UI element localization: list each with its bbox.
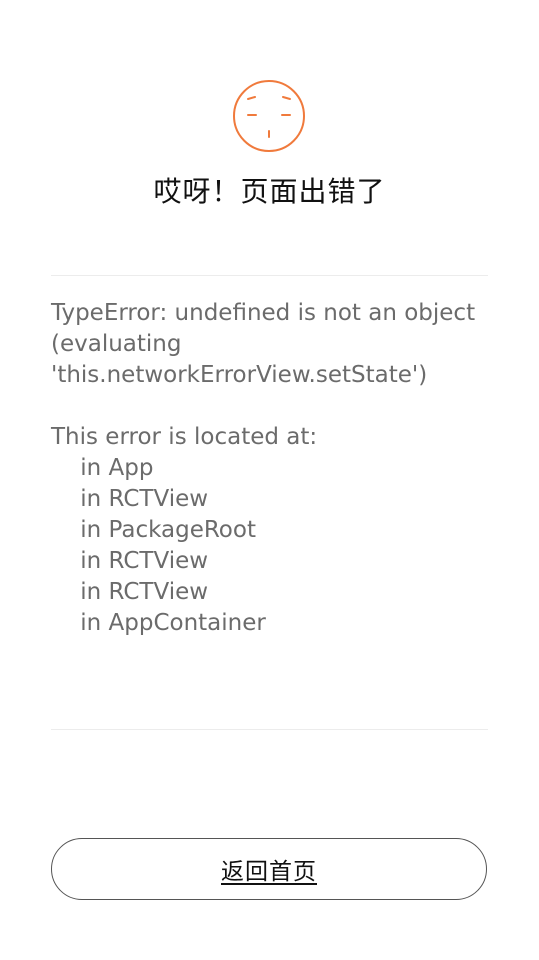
divider-bottom (51, 729, 488, 730)
error-line: in App (51, 455, 154, 481)
sad-face-icon (233, 80, 305, 152)
back-to-home-button[interactable]: 返回首页 (51, 838, 487, 900)
error-line: 'this.networkErrorView.setState') (51, 362, 428, 388)
divider-top (51, 275, 488, 276)
back-to-home-label: 返回首页 (221, 859, 317, 885)
error-line: in RCTView (51, 486, 209, 512)
error-line: in RCTView (51, 579, 209, 605)
error-line: TypeError: undefined is not an object (51, 300, 476, 326)
error-line: in AppContainer (51, 610, 266, 636)
error-line: in PackageRoot (51, 517, 256, 543)
error-line: (evaluating (51, 331, 182, 357)
error-line: in RCTView (51, 548, 209, 574)
page-title: 哎呀！页面出错了 (153, 175, 386, 208)
error-message: TypeError: undefined is not an object (e… (51, 298, 491, 639)
error-line: This error is located at: (51, 424, 318, 450)
error-line (51, 391, 491, 422)
